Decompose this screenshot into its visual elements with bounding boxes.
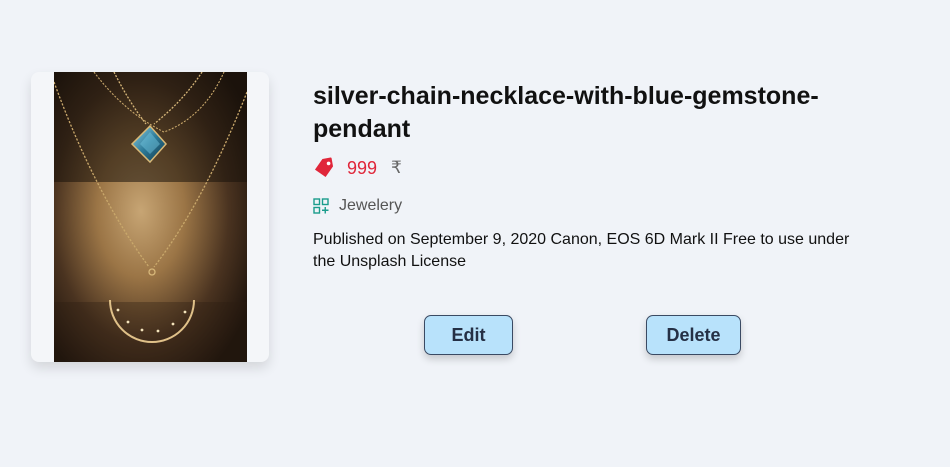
- delete-button[interactable]: Delete: [646, 315, 741, 355]
- tag-icon: [314, 157, 334, 178]
- category-row: Jewelery: [313, 196, 402, 216]
- category-label: Jewelery: [339, 197, 403, 214]
- product-image-card: [31, 72, 269, 362]
- price-value: 999: [347, 157, 378, 178]
- price-row: 999 ₹: [313, 156, 402, 180]
- product-title: silver-chain-necklace-with-blue-gemstone…: [313, 82, 819, 143]
- currency-symbol: ₹: [391, 158, 402, 177]
- product-description: Published on September 9, 2020 Canon, EO…: [313, 231, 850, 270]
- category-grid-icon: [313, 198, 329, 214]
- product-image: [54, 72, 247, 362]
- product-detail-page: silver-chain-necklace-with-blue-gemstone…: [0, 0, 950, 467]
- edit-button[interactable]: Edit: [424, 315, 513, 355]
